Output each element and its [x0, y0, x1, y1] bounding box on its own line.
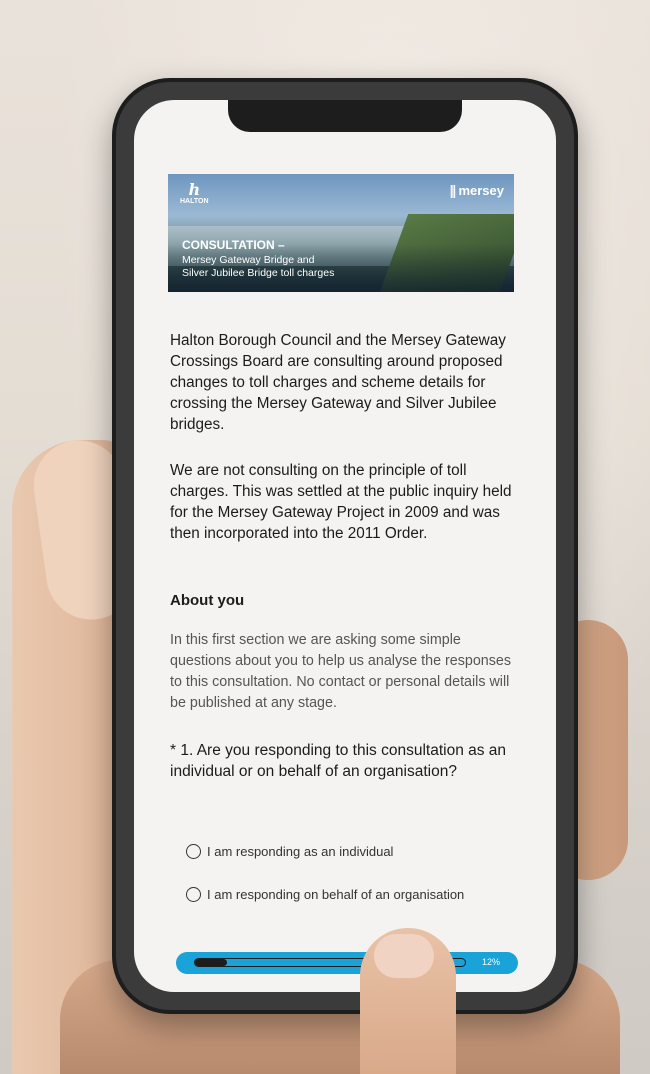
fingernail [374, 934, 434, 978]
intro-paragraph: Halton Borough Council and the Mersey Ga… [170, 332, 506, 433]
halton-logo-icon: ℎ [188, 180, 201, 199]
banner-subtitle: Mersey Gateway Bridge and Silver Jubilee… [182, 254, 334, 280]
bridge-icon: ||| [449, 182, 457, 198]
progress-percent: 12% [481, 957, 500, 967]
about-you-description: In this first section we are asking some… [170, 632, 511, 711]
option-individual[interactable]: I am responding as an individual [186, 844, 393, 859]
progress-bar: 12% [176, 952, 518, 974]
question-1: * 1. Are you responding to this consulta… [170, 742, 507, 780]
banner-subtitle-line1: Mersey Gateway Bridge and [182, 254, 315, 266]
mersey-gateway-logo: ||| mersey [450, 182, 504, 198]
option-organisation[interactable]: I am responding on behalf of an organisa… [186, 887, 464, 902]
consultation-banner: ℎ HALTON ||| mersey CONSULTATION – Merse… [168, 174, 514, 292]
phone: ℎ HALTON ||| mersey CONSULTATION – Merse… [112, 78, 578, 1014]
radio-button[interactable] [186, 844, 201, 859]
phone-notch [228, 100, 462, 132]
banner-subtitle-line2: Silver Jubilee Bridge toll charges [182, 267, 335, 279]
toll-principle-paragraph: We are not consulting on the principle o… [170, 462, 512, 542]
halton-logo-text: HALTON [180, 198, 209, 205]
phone-screen: ℎ HALTON ||| mersey CONSULTATION – Merse… [134, 100, 556, 992]
banner-title: CONSULTATION – [182, 238, 285, 252]
halton-logo: ℎ HALTON [180, 180, 209, 206]
progress-fill [195, 959, 228, 966]
about-you-heading: About you [170, 592, 245, 609]
option-individual-label[interactable]: I am responding as an individual [207, 844, 393, 859]
radio-button[interactable] [186, 887, 201, 902]
mersey-logo-text: mersey [458, 182, 504, 198]
option-organisation-label[interactable]: I am responding on behalf of an organisa… [207, 887, 464, 902]
